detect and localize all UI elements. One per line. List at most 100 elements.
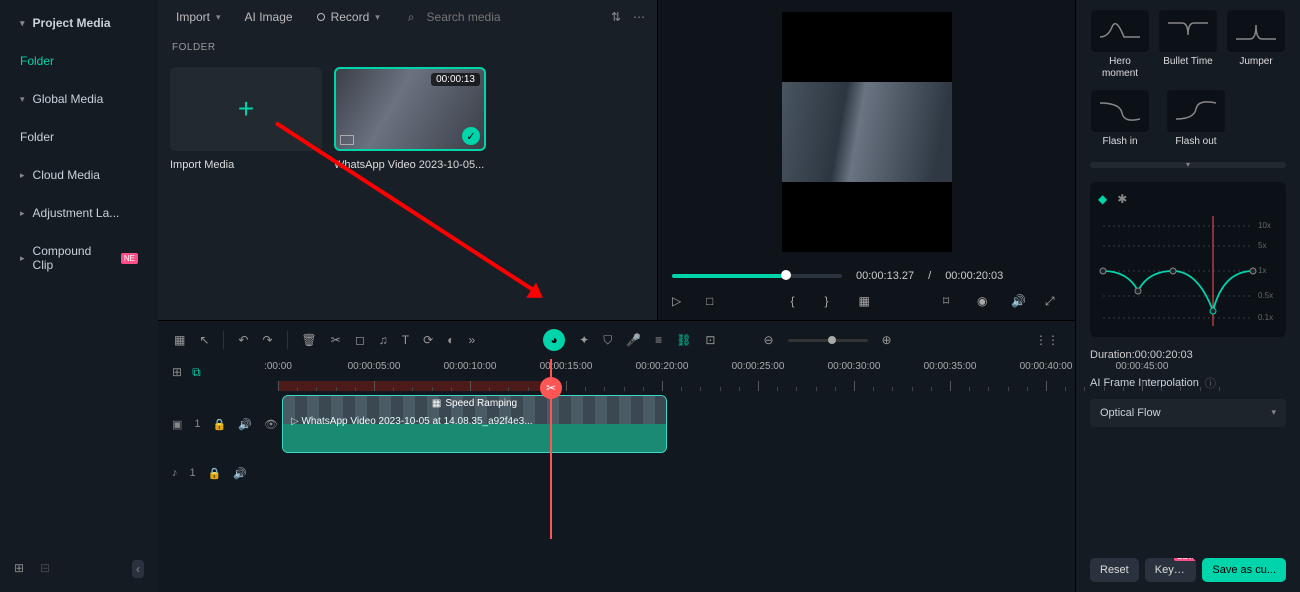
visibility-icon[interactable]: 👁 [264, 418, 278, 431]
video-track-header[interactable]: ▣ 1 🔒 🔊 👁 [158, 418, 278, 431]
play-icon[interactable]: ▷ [672, 294, 688, 310]
caret-down-icon: ▾ [20, 94, 25, 105]
more-tools-icon[interactable]: » [468, 333, 475, 347]
media-library-sidebar: ▾Project Media Folder ▾Global Media Fold… [0, 0, 158, 592]
display-icon[interactable]: ⌑ [943, 294, 959, 310]
undo-icon[interactable]: ↶ [238, 333, 248, 347]
align-icon[interactable]: ⊞ [172, 365, 182, 389]
import-dropdown[interactable]: Import▾ [170, 6, 227, 28]
time-separator: / [928, 270, 931, 282]
in-bracket-icon[interactable]: { [791, 294, 807, 310]
scrub-bar[interactable] [672, 274, 842, 278]
ruler-tick-label: 00:00:40:00 [1020, 361, 1073, 372]
collapse-sidebar-button[interactable]: ‹ [132, 560, 144, 578]
lock-icon[interactable]: 🔒 [208, 467, 222, 480]
crop-icon[interactable]: ◻ [355, 333, 365, 347]
lock-icon[interactable]: 🔒 [213, 418, 227, 431]
media-panel: Import▾ AI Image Record▾ ⌕ ⇅ ⋯ FOLDER + … [158, 0, 658, 320]
sidebar-adjustment-layer[interactable]: ▸Adjustment La... [6, 196, 152, 230]
record-dropdown[interactable]: Record▾ [311, 6, 386, 28]
ai-frame-interpolation-label: AI Frame Interpolationⓘ [1090, 375, 1286, 391]
audio-track-icon: ♪ [172, 467, 178, 479]
ruler-tick-label: 00:00:10:00 [444, 361, 497, 372]
speed-icon[interactable]: ⟳ [423, 333, 433, 347]
delete-icon[interactable]: 🗑 [302, 333, 317, 347]
fit-icon[interactable]: ⊡ [705, 333, 715, 347]
zoom-slider[interactable] [788, 339, 868, 342]
text-icon[interactable]: T [402, 333, 409, 347]
caret-right-icon: ▸ [20, 208, 25, 219]
timeline-ruler[interactable]: :00:0000:00:05:0000:00:10:0000:00:15:000… [278, 359, 1075, 395]
svg-text:1x: 1x [1258, 266, 1266, 275]
speed-ramp-graph[interactable]: 10x 5x 1x 0.5x 0.1x [1098, 216, 1278, 326]
clip-name-label: ▷ WhatsApp Video 2023-10-05 at 14.08.35_… [291, 416, 533, 427]
sidebar-folder-2[interactable]: Folder [6, 120, 152, 154]
preset-flash-in[interactable]: Flash in [1090, 90, 1150, 148]
new-folder-icon[interactable]: ⊞ [14, 561, 30, 577]
total-time: 00:00:20:03 [945, 270, 1003, 282]
sidebar-cloud-media[interactable]: ▸Cloud Media [6, 158, 152, 192]
redo-icon[interactable]: ↷ [262, 333, 272, 347]
svg-text:0.5x: 0.5x [1258, 291, 1273, 300]
mute-icon[interactable]: 🔊 [233, 467, 247, 480]
reset-button[interactable]: Reset [1090, 558, 1139, 582]
filter-icon[interactable]: ⇅ [611, 10, 621, 24]
track-options-icon[interactable]: ⋮⋮ [1035, 333, 1059, 347]
ruler-tick-label: 00:00:45:00 [1116, 361, 1169, 372]
mic-icon[interactable]: 🎤 [626, 333, 641, 347]
info-icon[interactable]: ⓘ [1205, 375, 1216, 391]
sidebar-folder[interactable]: Folder [6, 44, 152, 78]
preset-scroll[interactable]: ▾ [1090, 162, 1286, 168]
ai-circle-icon[interactable]: ◕ [543, 329, 565, 351]
grid-icon[interactable]: ▦ [174, 333, 185, 347]
graph-freeze-icon[interactable]: ✱ [1117, 192, 1127, 206]
shield-icon[interactable]: ⛉ [603, 333, 612, 348]
pointer-icon[interactable]: ↖ [199, 333, 209, 347]
snapshot-icon[interactable]: ◉ [977, 294, 993, 310]
video-track-icon: ▣ [172, 418, 182, 431]
import-media-tile[interactable]: + Import Media [170, 67, 322, 171]
marker-icon[interactable]: ⛓ [676, 333, 691, 347]
preset-hero-moment[interactable]: Hero moment [1090, 10, 1150, 80]
ruler-tick-label: 00:00:25:00 [732, 361, 785, 372]
keyframe-preset-button[interactable]: Keyframe P...BETA [1145, 558, 1197, 582]
save-custom-button[interactable]: Save as cu... [1202, 558, 1286, 582]
cut-icon[interactable]: ✂ [331, 333, 341, 347]
caret-right-icon: ▸ [20, 253, 25, 264]
volume-icon[interactable]: 🔊 [1011, 294, 1027, 310]
scissors-playhead-icon[interactable]: ✂ [540, 377, 562, 399]
list-icon[interactable]: ≡ [655, 333, 662, 347]
link-icon[interactable]: ⧉ [192, 365, 201, 389]
stop-icon[interactable]: □ [706, 294, 722, 310]
zoom-in-icon[interactable]: ⊕ [882, 333, 892, 347]
media-clip[interactable]: 00:00:13 ✓ WhatsApp Video 2023-10-05... [334, 67, 486, 171]
sidebar-project-media[interactable]: ▾Project Media [6, 6, 152, 40]
sparkle-icon[interactable]: ✦ [579, 333, 589, 347]
filmstrip-icon [340, 135, 354, 145]
out-bracket-icon[interactable]: } [825, 294, 841, 310]
fullscreen-icon[interactable]: ⤢ [1045, 294, 1061, 310]
sidebar-global-media[interactable]: ▾Global Media [6, 82, 152, 116]
trash-icon[interactable]: ⊟ [40, 561, 56, 577]
more-icon[interactable]: ⋯ [633, 10, 645, 24]
music-icon[interactable]: ♫ [379, 333, 388, 347]
svg-text:5x: 5x [1258, 241, 1266, 250]
safe-zone-icon[interactable]: ▦ [859, 294, 875, 310]
audio-track-header[interactable]: ♪ 1 🔒 🔊 [158, 467, 278, 480]
new-badge: NE [121, 253, 138, 264]
interpolation-select[interactable]: Optical Flow▾ [1090, 399, 1286, 427]
sidebar-compound-clip[interactable]: ▸Compound ClipNE [6, 234, 152, 282]
graph-keyframe-icon[interactable]: ◆ [1098, 192, 1107, 206]
color-icon[interactable]: ◐ [447, 333, 454, 347]
timeline-clip[interactable]: ▦Speed Ramping ▷ WhatsApp Video 2023-10-… [282, 395, 667, 453]
preset-bullet-time[interactable]: Bullet Time [1158, 10, 1218, 80]
mute-icon[interactable]: 🔊 [238, 418, 252, 431]
search-icon: ⌕ [408, 10, 415, 25]
zoom-out-icon[interactable]: ⊖ [763, 333, 773, 347]
ruler-tick-label: 00:00:30:00 [828, 361, 881, 372]
ylabel: 10x [1258, 221, 1271, 230]
search-media-input[interactable] [427, 10, 547, 24]
preset-jumper[interactable]: Jumper [1226, 10, 1286, 80]
ai-image-button[interactable]: AI Image [239, 6, 299, 28]
preset-flash-out[interactable]: Flash out [1166, 90, 1226, 148]
